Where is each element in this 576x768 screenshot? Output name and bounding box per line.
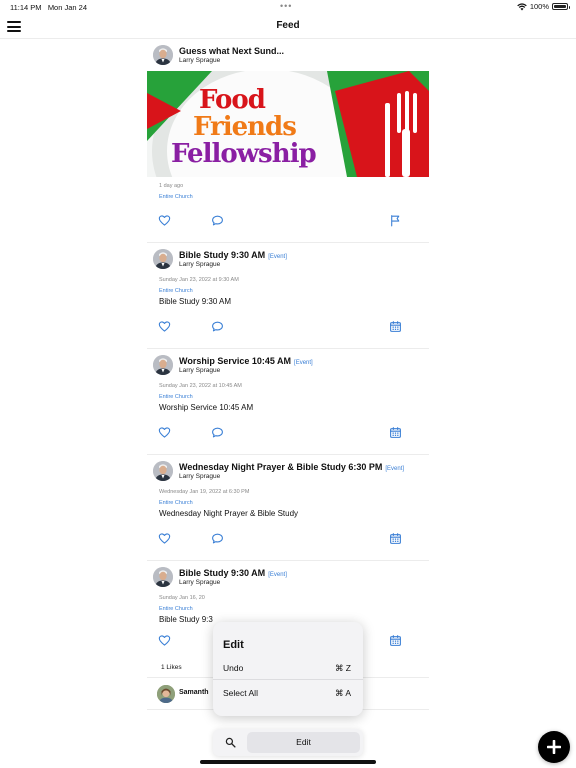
like-icon[interactable] xyxy=(158,214,171,227)
post-date: Sunday Jan 23, 2022 at 9:30 AM xyxy=(159,277,239,283)
post-body: Wednesday Night Prayer & Bible Study xyxy=(159,509,299,518)
like-icon[interactable] xyxy=(158,320,171,333)
select-all-label: Select All xyxy=(223,688,258,698)
post-group[interactable]: Entire Church xyxy=(147,288,429,294)
post-author: Larry Sprague xyxy=(179,367,221,374)
post-date: Sunday Jan 23, 2022 at 10:45 AM xyxy=(159,383,242,389)
page-title: Feed xyxy=(276,20,300,31)
post-group[interactable]: Entire Church xyxy=(147,606,429,612)
navigation-bar: Feed xyxy=(0,14,576,39)
post-body: Worship Service 10:45 AM xyxy=(159,403,254,412)
post-author: Larry Sprague xyxy=(179,261,221,268)
post-author: Larry Sprague xyxy=(179,579,221,586)
avatar[interactable] xyxy=(153,249,173,269)
post-image[interactable]: Food Friends Fellowship xyxy=(147,71,429,177)
undo-menu-item[interactable]: Undo ⌘ Z xyxy=(213,656,363,680)
multitasking-dots[interactable]: ••• xyxy=(280,1,292,11)
event-tag: [Event] xyxy=(294,360,313,366)
edit-menu-title: Edit xyxy=(223,639,244,651)
post-group[interactable]: Entire Church xyxy=(147,394,429,400)
banner-food: Food xyxy=(199,85,266,115)
post-title[interactable]: Bible Study 9:30 AM [Event] xyxy=(179,568,287,578)
commenter-avatar xyxy=(157,685,175,703)
avatar[interactable] xyxy=(153,461,173,481)
edit-menu: Edit Undo ⌘ Z Select All ⌘ A xyxy=(213,622,363,716)
post-title[interactable]: Wednesday Night Prayer & Bible Study 6:3… xyxy=(179,462,404,472)
keyboard-menu-bar: Edit xyxy=(213,729,363,756)
feed-post[interactable]: Guess what Next Sund... Larry Sprague Fo… xyxy=(147,39,429,243)
edit-menu-button[interactable]: Edit xyxy=(247,732,360,753)
avatar[interactable] xyxy=(153,45,173,65)
comment-icon[interactable] xyxy=(211,214,224,227)
undo-shortcut: ⌘ Z xyxy=(334,663,351,673)
commenter-name: Samanth xyxy=(179,689,209,696)
post-author: Larry Sprague xyxy=(179,473,221,480)
search-icon[interactable] xyxy=(225,737,236,748)
event-tag: [Event] xyxy=(268,254,287,260)
post-date: Wednesday Jan 19, 2022 at 6:30 PM xyxy=(159,489,250,495)
status-bar: 11:14 PM Mon Jan 24 ••• 100% xyxy=(0,0,576,14)
select-all-menu-item[interactable]: Select All ⌘ A xyxy=(213,681,363,705)
avatar[interactable] xyxy=(153,355,173,375)
banner-fellowship: Fellowship xyxy=(171,139,317,169)
post-title[interactable]: Guess what Next Sund... xyxy=(179,46,284,56)
flag-icon[interactable] xyxy=(389,214,402,227)
home-indicator[interactable] xyxy=(200,760,376,764)
wifi-icon xyxy=(517,2,527,11)
battery-percent: 100% xyxy=(529,2,549,11)
feed-post[interactable]: Wednesday Night Prayer & Bible Study 6:3… xyxy=(147,455,429,561)
post-title[interactable]: Worship Service 10:45 AM [Event] xyxy=(179,356,313,366)
like-icon[interactable] xyxy=(158,532,171,545)
plus-icon xyxy=(547,740,561,754)
post-title[interactable]: Bible Study 9:30 AM [Event] xyxy=(179,250,287,260)
post-group[interactable]: Entire Church xyxy=(147,500,429,506)
battery-icon xyxy=(552,3,570,10)
avatar[interactable] xyxy=(153,567,173,587)
post-date: 1 day ago xyxy=(159,183,184,189)
banner-friends: Friends xyxy=(193,112,297,142)
post-body: Bible Study 9:30 AM xyxy=(159,297,232,306)
status-time: 11:14 PM Mon Jan 24 xyxy=(10,3,88,12)
select-all-shortcut: ⌘ A xyxy=(334,688,351,698)
event-tag: [Event] xyxy=(268,572,287,578)
feed-post[interactable]: Worship Service 10:45 AM [Event] Larry Sp… xyxy=(147,349,429,455)
undo-label: Undo xyxy=(223,663,244,673)
comment-icon[interactable] xyxy=(211,532,224,545)
calendar-icon[interactable] xyxy=(389,426,402,439)
add-post-button[interactable] xyxy=(538,731,570,763)
calendar-icon[interactable] xyxy=(389,532,402,545)
calendar-icon[interactable] xyxy=(389,320,402,333)
post-date: Sunday Jan 16, 20 xyxy=(159,595,205,601)
like-icon[interactable] xyxy=(158,634,171,647)
event-tag: [Event] xyxy=(385,466,405,472)
like-icon[interactable] xyxy=(158,426,171,439)
comment-icon[interactable] xyxy=(211,320,224,333)
post-author: Larry Sprague xyxy=(179,57,221,64)
comment-icon[interactable] xyxy=(211,426,224,439)
banner-title: Food Friends Fellowship xyxy=(171,85,317,169)
feed-post[interactable]: Bible Study 9:30 AM [Event] Larry Sprague… xyxy=(147,243,429,349)
calendar-icon[interactable] xyxy=(389,634,402,647)
